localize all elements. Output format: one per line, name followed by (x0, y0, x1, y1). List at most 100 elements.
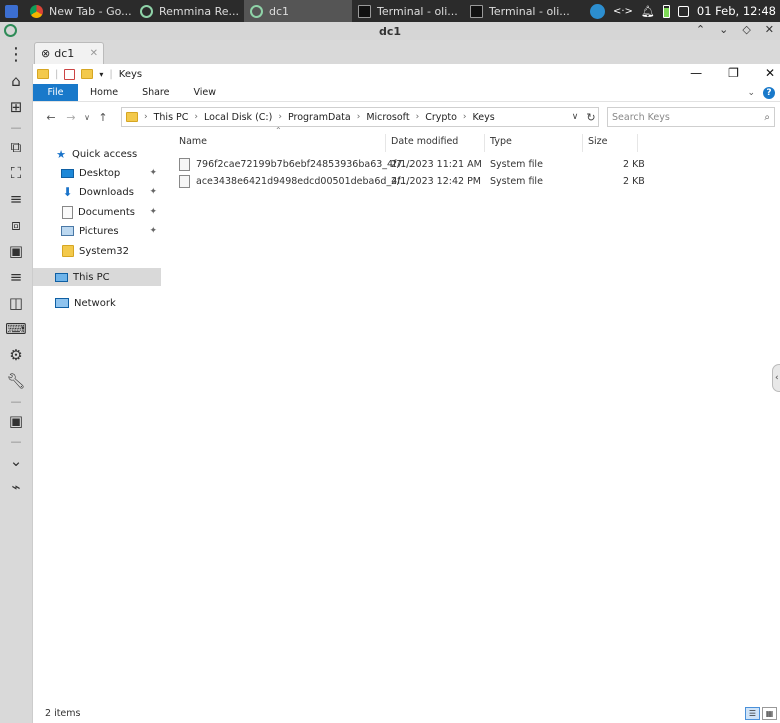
power-icon[interactable] (677, 5, 689, 17)
file-size: 2 KB (623, 176, 645, 187)
keyboard-icon[interactable]: ⌨ (4, 318, 28, 340)
network-arrows-icon[interactable]: <·> (613, 6, 633, 17)
column-size[interactable]: Size (588, 136, 608, 147)
nav-item-network[interactable]: Network (33, 294, 161, 312)
taskbar-tab-terminal-1[interactable]: Terminal - oli... (352, 0, 464, 22)
column-name[interactable]: Name (179, 136, 207, 147)
ribbon-tab-share[interactable]: Share (130, 84, 181, 101)
maximize-icon[interactable]: ❐ (728, 66, 739, 80)
breadcrumb-item[interactable]: This PC (154, 112, 189, 123)
taskbar-tab-label: dc1 (269, 4, 290, 18)
switch-tab-icon[interactable]: ◫ (4, 292, 28, 314)
dynamic-resolution-icon[interactable]: ⧈ (4, 214, 28, 236)
taskbar-tab-terminal-2[interactable]: Terminal - oli... (464, 0, 580, 22)
taskbar-tab-remmina[interactable]: Remmina Re... (134, 0, 244, 22)
scale-icon[interactable]: ▣ (4, 240, 28, 262)
ribbon-tab-file[interactable]: File (33, 84, 78, 101)
column-type[interactable]: Type (490, 136, 512, 147)
file-row[interactable]: 796f2cae72199b7b6ebf24853936ba63_4f7... … (179, 156, 649, 173)
up-arrow-icon[interactable]: ↑ (93, 111, 113, 124)
close-tab-icon[interactable]: ✕ (90, 48, 98, 59)
minimize-chevron-icon[interactable]: ⌄ (4, 450, 28, 472)
desktop-icon (61, 168, 74, 178)
disconnect-icon[interactable]: ⌁ (4, 476, 28, 498)
remote-desktop-view[interactable]: | ▾ | Keys — ❐ ✕ File Home Share View ⌄ … (32, 64, 780, 723)
refresh-icon[interactable]: ↻ (583, 107, 599, 127)
pin-icon[interactable]: ✦ (149, 207, 157, 217)
battery-icon[interactable] (662, 4, 670, 18)
quick-access-dropdown-icon[interactable]: ▾ (99, 70, 103, 79)
properties-icon[interactable] (64, 68, 76, 80)
home-icon[interactable]: ⌂ (4, 70, 28, 92)
ribbon-tab-view[interactable]: View (181, 84, 228, 101)
pin-icon[interactable]: ✦ (149, 226, 157, 236)
breadcrumb-item[interactable]: Microsoft (366, 112, 409, 123)
nav-item-quick-access[interactable]: ★ Quick access (33, 145, 161, 163)
column-divider[interactable] (484, 134, 485, 152)
menu-lines-icon[interactable]: ≡ (4, 266, 28, 288)
column-divider[interactable] (582, 134, 583, 152)
gear-icon[interactable]: ⚙ (4, 344, 28, 366)
forward-arrow-icon[interactable]: → (61, 111, 81, 124)
camera-icon[interactable]: ▣ (4, 410, 28, 432)
explorer-title: Keys (118, 68, 143, 80)
search-input[interactable]: Search Keys ⌕ (607, 107, 775, 127)
side-panel-handle[interactable]: ‹ (772, 364, 780, 392)
back-arrow-icon[interactable]: ← (41, 111, 61, 124)
search-icon[interactable]: ⌕ (764, 112, 770, 123)
column-divider[interactable] (637, 134, 638, 152)
wrench-icon[interactable]: 🔧︎ (4, 370, 28, 392)
connection-tab-dc1[interactable]: ⊗ dc1 ✕ (34, 42, 104, 64)
menu-lines-icon[interactable]: ≡ (4, 188, 28, 210)
minimize-icon[interactable]: — (690, 66, 702, 80)
network-icon (55, 298, 69, 308)
nav-label: Downloads (79, 186, 134, 198)
address-bar[interactable]: › This PC › Local Disk (C:) › ProgramDat… (121, 107, 599, 127)
maximize-icon[interactable]: ◇ (742, 23, 750, 36)
nav-item-system32[interactable]: System32 (33, 242, 161, 260)
new-connection-icon[interactable]: ⊞ (4, 96, 28, 118)
nav-item-downloads[interactable]: ⬇ Downloads ✦ (33, 183, 161, 201)
column-divider[interactable] (385, 134, 386, 152)
document-icon (62, 205, 73, 219)
nav-item-desktop[interactable]: Desktop ✦ (33, 164, 161, 182)
fit-window-icon[interactable]: ⧉ (4, 136, 28, 158)
taskbar-tab-chrome[interactable]: New Tab - Go... (24, 0, 134, 22)
pin-icon[interactable]: ✦ (149, 187, 157, 197)
chevron-down-icon[interactable]: ⌄ (719, 23, 728, 36)
breadcrumb-item[interactable]: Crypto (425, 112, 457, 123)
nav-item-documents[interactable]: Documents ✦ (33, 203, 161, 221)
address-row: ← → ∨ ↑ › This PC › Local Disk (C:) › Pr… (33, 106, 780, 128)
address-dropdown-icon[interactable]: ∨ (568, 112, 582, 122)
clock[interactable]: 01 Feb, 12:48 (697, 4, 776, 18)
column-date-modified[interactable]: Date modified (391, 136, 458, 147)
chevron-up-icon[interactable]: ⌃ (696, 23, 705, 36)
ribbon-tab-home[interactable]: Home (78, 84, 130, 101)
new-folder-icon[interactable] (81, 69, 94, 79)
close-icon[interactable]: ✕ (765, 23, 774, 36)
bell-icon[interactable]: 🔔︎ (641, 5, 655, 18)
fullscreen-icon[interactable]: ⛶ (4, 162, 28, 184)
nav-item-this-pc[interactable]: This PC (33, 268, 161, 286)
help-icon[interactable]: ? (763, 86, 775, 99)
taskbar-menu-button[interactable] (0, 0, 24, 22)
breadcrumb-item[interactable]: Keys (473, 112, 495, 123)
pin-icon[interactable]: ✦ (149, 168, 157, 178)
network-app-icon[interactable] (589, 3, 605, 19)
tab-label: dc1 (54, 47, 75, 60)
recent-dropdown-icon[interactable]: ∨ (81, 113, 93, 122)
file-type: System file (490, 176, 543, 187)
nav-item-pictures[interactable]: Pictures ✦ (33, 222, 161, 240)
large-icons-view-icon[interactable]: ▦ (762, 707, 777, 720)
file-row[interactable]: ace3438e6421d9498edcd00501deba6d_4f... 2… (179, 173, 649, 190)
taskbar-tab-dc1[interactable]: dc1 (244, 0, 352, 22)
file-name: 796f2cae72199b7b6ebf24853936ba63_4f7... (196, 159, 412, 170)
breadcrumb-item[interactable]: ProgramData (288, 112, 351, 123)
breadcrumb-separator: › (194, 112, 199, 122)
expand-ribbon-icon[interactable]: ⌄ (747, 88, 755, 98)
details-view-icon[interactable]: ☰ (745, 707, 760, 720)
ribbon-tabs: File Home Share View ⌄ ? (33, 84, 780, 102)
more-icon[interactable]: ⋮ (4, 44, 28, 66)
close-icon[interactable]: ✕ (765, 66, 775, 80)
breadcrumb-item[interactable]: Local Disk (C:) (204, 112, 272, 123)
